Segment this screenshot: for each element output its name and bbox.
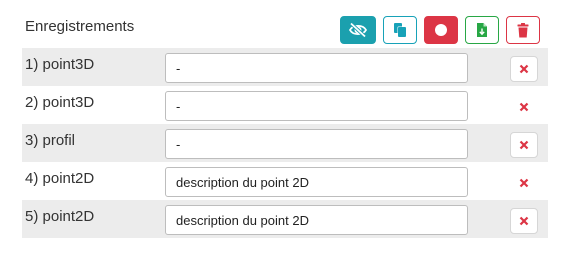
list-item: 5) point2D: [22, 200, 548, 238]
record-label: 4) point2D: [25, 170, 95, 187]
delete-record-button[interactable]: [510, 94, 538, 120]
record-description-input[interactable]: [165, 53, 468, 83]
close-icon: [519, 64, 529, 74]
record-description-input[interactable]: [165, 129, 468, 159]
list-item: 4) point2D: [22, 162, 548, 200]
records-header: Enregistrements: [22, 0, 548, 48]
record-label: 5) point2D: [25, 208, 95, 225]
list-item: 2) point3D: [22, 86, 548, 124]
record-description-input[interactable]: [165, 167, 468, 197]
hide-button[interactable]: [340, 16, 376, 44]
close-icon: [519, 102, 529, 112]
list-item: 1) point3D: [22, 48, 548, 86]
delete-all-button[interactable]: [506, 16, 540, 44]
eye-slash-icon: [348, 22, 368, 38]
record-label: 3) profil: [25, 132, 76, 149]
record-label: 2) point3D: [25, 94, 95, 111]
close-icon: [519, 140, 529, 150]
record-description-input[interactable]: [165, 205, 468, 235]
export-button[interactable]: [465, 16, 499, 44]
delete-record-button[interactable]: [510, 170, 538, 196]
close-icon: [519, 178, 529, 188]
copy-icon: [394, 23, 406, 37]
record-description-input[interactable]: [165, 91, 468, 121]
trash-icon: [517, 22, 529, 37]
records-list: 1) point3D 2) point3D 3) profil: [22, 48, 548, 238]
record-icon: [435, 24, 447, 36]
delete-record-button[interactable]: [510, 132, 538, 158]
list-item: 3) profil: [22, 124, 548, 162]
copy-button[interactable]: [383, 16, 417, 44]
close-icon: [519, 216, 529, 226]
record-button[interactable]: [424, 16, 458, 44]
record-label: 1) point3D: [25, 56, 95, 73]
file-export-icon: [477, 23, 487, 37]
records-panel: Enregistrements 1) point3D - 2) point3D …: [0, 0, 568, 258]
records-toolbar: [340, 16, 540, 44]
delete-record-button[interactable]: [510, 208, 538, 234]
panel-title: Enregistrements: [25, 18, 135, 35]
delete-record-button[interactable]: [510, 56, 538, 82]
